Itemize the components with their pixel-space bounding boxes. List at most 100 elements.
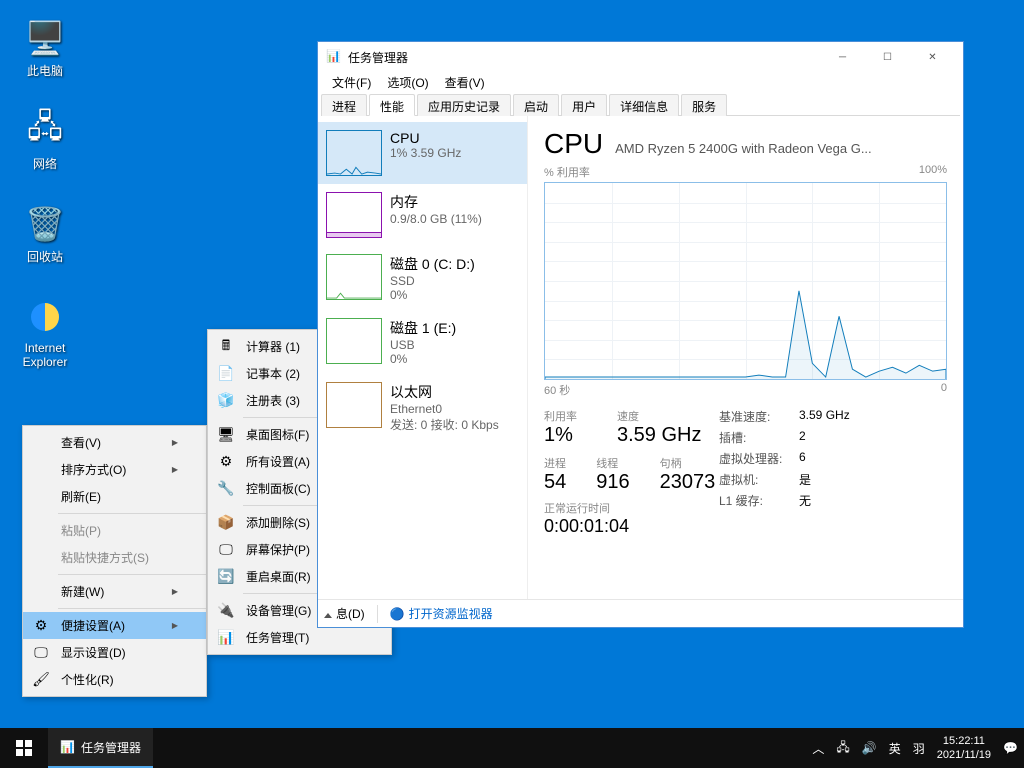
- sidebar-item-memory[interactable]: 内存0.9/8.0 GB (11%): [318, 184, 527, 246]
- mini-graph-cpu: [326, 130, 382, 176]
- process-count: 54: [544, 471, 566, 494]
- tab-startup[interactable]: 启动: [513, 94, 559, 116]
- x-label-left: 60 秒: [544, 382, 570, 398]
- mini-graph-disk1: [326, 318, 382, 364]
- menu-item-paste: 粘贴(P): [23, 517, 206, 544]
- menubar: 文件(F) 选项(O) 查看(V): [318, 72, 963, 93]
- resource-title: CPU: [544, 128, 603, 160]
- maximize-button[interactable]: ☐: [865, 43, 910, 72]
- tabs: 进程 性能 应用历史记录 启动 用户 详细信息 服务: [321, 93, 960, 116]
- mini-graph-memory: [326, 192, 382, 238]
- menu-item-personalize[interactable]: 🖌个性化(R): [23, 666, 206, 693]
- menu-item-quick-settings[interactable]: ⚙便捷设置(A)▶: [23, 612, 206, 639]
- chevron-right-icon: ▶: [172, 465, 178, 474]
- desktop-icon-label: 网络: [10, 155, 80, 172]
- app-icon: 📊: [326, 49, 342, 65]
- tab-app-history[interactable]: 应用历史记录: [417, 94, 511, 116]
- monitor-icon: 🖵: [33, 645, 49, 661]
- ime-indicator-2[interactable]: 羽: [913, 740, 925, 757]
- brief-toggle[interactable]: 息(D): [324, 605, 365, 622]
- separator: [58, 574, 206, 575]
- ie-icon: [25, 297, 65, 337]
- y-label-right: 100%: [919, 164, 947, 180]
- handle-count: 23073: [660, 471, 716, 494]
- sidebar-item-ethernet[interactable]: 以太网Ethernet0发送: 0 接收: 0 Kbps: [318, 374, 527, 441]
- performance-sidebar: CPU1% 3.59 GHz 内存0.9/8.0 GB (11%) 磁盘 0 (…: [318, 116, 528, 599]
- menu-options[interactable]: 选项(O): [379, 72, 436, 93]
- y-label-left: % 利用率: [544, 164, 590, 180]
- system-tray: ︿ 🖧 🔊 英 羽 15:22:11 2021/11/19 💬: [812, 728, 1024, 768]
- x-label-right: 0: [941, 382, 947, 398]
- thread-count: 916: [596, 471, 629, 494]
- desktop-icon-recycle-bin[interactable]: 🗑️ 回收站: [10, 204, 80, 265]
- sidebar-item-disk0[interactable]: 磁盘 0 (C: D:)SSD0%: [318, 246, 527, 310]
- network-tray-icon[interactable]: 🖧: [836, 738, 849, 759]
- screen-icon: 🖵: [218, 542, 234, 558]
- registry-icon: 🧊: [218, 393, 234, 409]
- volume-tray-icon[interactable]: 🔊: [862, 741, 877, 755]
- menu-item-new[interactable]: 新建(W)▶: [23, 578, 206, 605]
- menu-item-view[interactable]: 查看(V)▶: [23, 429, 206, 456]
- desktop-context-menu: 查看(V)▶ 排序方式(O)▶ 刷新(E) 粘贴(P) 粘贴快捷方式(S) 新建…: [22, 425, 207, 697]
- desktop-icon-label: 回收站: [10, 248, 80, 265]
- gear-icon: ⚙: [218, 454, 234, 470]
- desktop-icon: 🖥: [218, 427, 234, 443]
- cpu-speed: 3.59 GHz: [617, 424, 701, 447]
- desktop-icon-label: Internet Explorer: [10, 341, 80, 369]
- tab-performance[interactable]: 性能: [369, 94, 415, 116]
- tray-overflow-button[interactable]: ︿: [812, 740, 824, 757]
- mini-graph-ethernet: [326, 382, 382, 428]
- ime-indicator[interactable]: 英: [889, 740, 901, 757]
- taskbar-item-task-manager[interactable]: 📊 任务管理器: [48, 728, 153, 768]
- tab-processes[interactable]: 进程: [321, 94, 367, 116]
- chevron-up-icon: [324, 613, 332, 618]
- desktop-icon-this-pc[interactable]: 🖥️ 此电脑: [10, 18, 80, 79]
- open-resource-monitor-link[interactable]: 🔵打开资源监视器: [390, 605, 493, 622]
- tab-services[interactable]: 服务: [681, 94, 727, 116]
- submenu-task-manager[interactable]: 📊任务管理(T): [208, 624, 391, 651]
- titlebar[interactable]: 📊 任务管理器 ─ ☐ ✕: [318, 42, 963, 72]
- sidebar-item-disk1[interactable]: 磁盘 1 (E:)USB0%: [318, 310, 527, 374]
- trash-icon: 🗑️: [25, 204, 65, 244]
- network-icon: 🖧: [25, 111, 65, 151]
- note-icon: 📄: [218, 366, 234, 382]
- refresh-icon: 🔄: [218, 569, 234, 585]
- cpu-usage-graph[interactable]: [544, 182, 947, 380]
- chevron-right-icon: ▶: [172, 438, 178, 447]
- resource-name: AMD Ryzen 5 2400G with Radeon Vega G...: [615, 141, 872, 156]
- menu-item-paste-shortcut: 粘贴快捷方式(S): [23, 544, 206, 571]
- menu-item-display-settings[interactable]: 🖵显示设置(D): [23, 639, 206, 666]
- gear-icon: ⚙: [33, 618, 49, 634]
- desktop-icon-label: 此电脑: [10, 62, 80, 79]
- tab-details[interactable]: 详细信息: [609, 94, 679, 116]
- separator: [377, 605, 378, 623]
- menu-item-sort[interactable]: 排序方式(O)▶: [23, 456, 206, 483]
- start-button[interactable]: [0, 728, 48, 768]
- performance-main: CPU AMD Ryzen 5 2400G with Radeon Vega G…: [528, 116, 963, 599]
- menu-item-refresh[interactable]: 刷新(E): [23, 483, 206, 510]
- menu-file[interactable]: 文件(F): [324, 72, 379, 93]
- separator: [58, 608, 206, 609]
- panel-icon: 🔧: [218, 481, 234, 497]
- action-center-icon[interactable]: 💬: [1003, 741, 1018, 755]
- package-icon: 📦: [218, 515, 234, 531]
- brush-icon: 🖌: [33, 672, 49, 688]
- sidebar-item-cpu[interactable]: CPU1% 3.59 GHz: [318, 122, 527, 184]
- app-icon: 📊: [60, 740, 75, 754]
- minimize-button[interactable]: ─: [820, 43, 865, 72]
- statusbar: 息(D) 🔵打开资源监视器: [318, 599, 963, 627]
- desktop-icon-network[interactable]: 🖧 网络: [10, 111, 80, 172]
- chevron-right-icon: ▶: [172, 621, 178, 630]
- menu-view[interactable]: 查看(V): [437, 72, 493, 93]
- mini-graph-disk0: [326, 254, 382, 300]
- monitor-icon: 🔵: [390, 607, 405, 621]
- tab-users[interactable]: 用户: [561, 94, 607, 116]
- task-manager-window: 📊 任务管理器 ─ ☐ ✕ 文件(F) 选项(O) 查看(V) 进程 性能 应用…: [317, 41, 964, 628]
- separator: [58, 513, 206, 514]
- desktop-icon-ie[interactable]: Internet Explorer: [10, 297, 80, 369]
- close-button[interactable]: ✕: [910, 43, 955, 72]
- clock[interactable]: 15:22:11 2021/11/19: [937, 734, 991, 762]
- calculator-icon: 🖩: [218, 339, 234, 355]
- window-title: 任务管理器: [348, 49, 408, 66]
- device-icon: 🔌: [218, 603, 234, 619]
